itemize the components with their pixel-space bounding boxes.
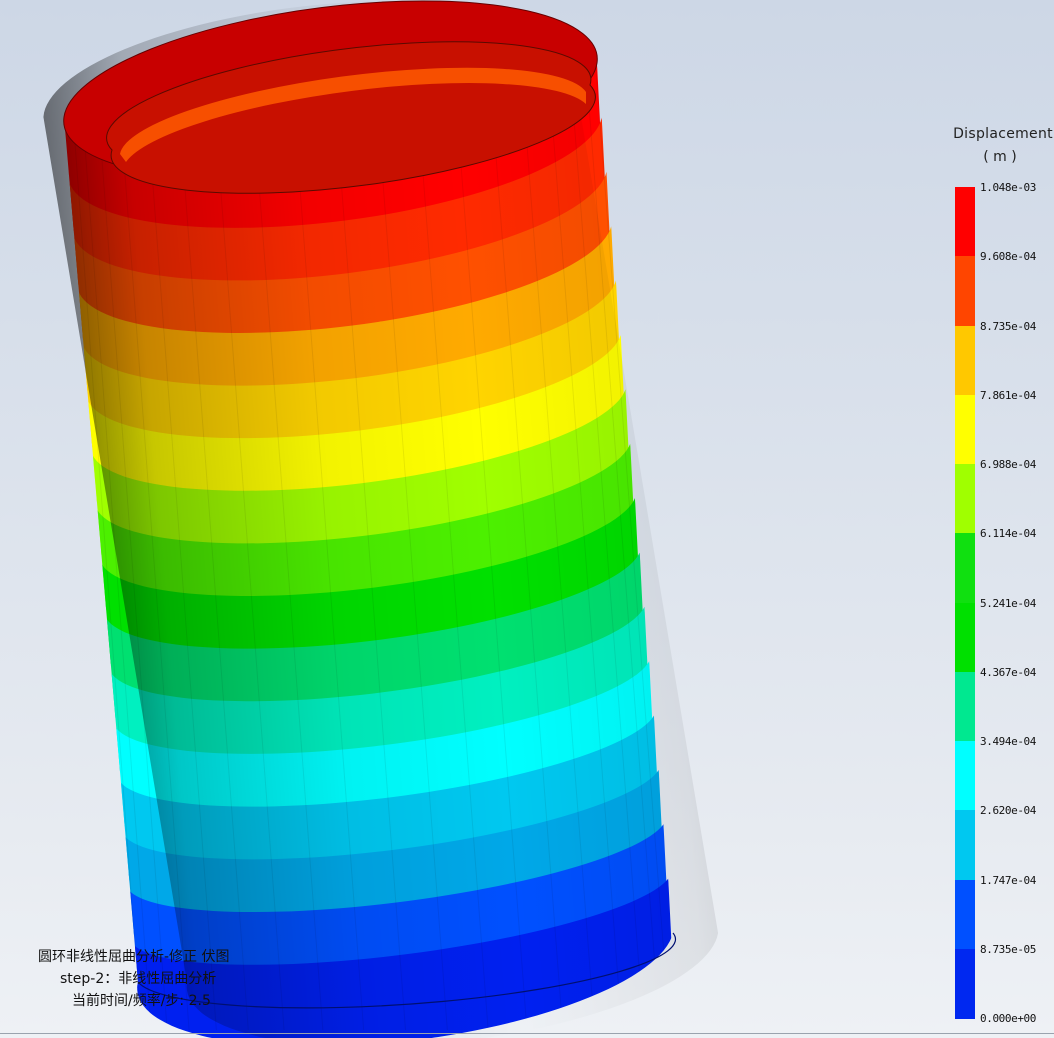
legend-tick-label: 3.494e-04 bbox=[980, 735, 1037, 748]
legend-swatch bbox=[955, 325, 975, 396]
legend-tick-label: 7.861e-04 bbox=[980, 388, 1037, 402]
legend-tick-label: 2.620e-04 bbox=[980, 804, 1037, 818]
legend-tick-label: 6.114e-04 bbox=[980, 527, 1037, 541]
legend-unit: ( m ) bbox=[983, 149, 1017, 165]
legend-swatch bbox=[955, 464, 975, 534]
step-caption: step-2：非线性屈曲分析 bbox=[60, 971, 217, 987]
legend-swatch bbox=[955, 602, 975, 673]
legend-swatch bbox=[955, 810, 975, 880]
legend-tick-label: 1.747e-04 bbox=[980, 873, 1037, 887]
viewport-bottom-border bbox=[0, 1033, 1054, 1034]
legend-swatch bbox=[955, 671, 975, 742]
legend-swatch bbox=[955, 948, 975, 1019]
time-step-caption: 当前时间/频率/步: 2.5 bbox=[72, 993, 211, 1009]
legend-tick-label: 1.048e-03 bbox=[980, 181, 1037, 194]
legend-swatch bbox=[955, 256, 975, 326]
legend-tick-label: 9.608e-04 bbox=[980, 250, 1037, 264]
legend-tick-label: 0.000e+00 bbox=[980, 1012, 1037, 1025]
legend-swatch bbox=[955, 394, 975, 465]
legend-swatch bbox=[955, 533, 975, 603]
legend-swatch bbox=[955, 187, 975, 257]
legend-swatch bbox=[955, 879, 975, 950]
3d-viewport[interactable] bbox=[0, 0, 1054, 1038]
legend-color-bar bbox=[955, 187, 975, 1019]
legend-tick-label: 5.241e-04 bbox=[980, 596, 1037, 610]
legend-tick-label: 8.735e-04 bbox=[980, 319, 1037, 333]
legend-tick-label: 8.735e-05 bbox=[980, 942, 1037, 956]
legend-tick-label: 4.367e-04 bbox=[980, 665, 1037, 679]
model-title-caption: 圆环非线性屈曲分析-修正 伏图 bbox=[38, 949, 230, 965]
cylinder-model[interactable] bbox=[0, 0, 1054, 1038]
legend-tick-label: 6.988e-04 bbox=[980, 458, 1037, 471]
legend-title: Displacement bbox=[953, 126, 1053, 142]
legend-swatch bbox=[955, 741, 975, 811]
